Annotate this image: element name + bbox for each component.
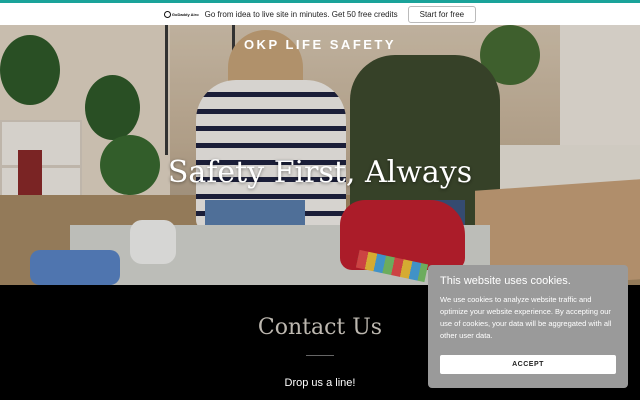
hero-heading: Safety First, Always <box>167 155 473 190</box>
cookie-banner: This website uses cookies. We use cookie… <box>428 265 628 388</box>
cookie-title: This website uses cookies. <box>440 275 571 287</box>
promo-bar: GoDaddy Airo Go from idea to live site i… <box>0 0 640 25</box>
promo-text: Go from idea to live site in minutes. Ge… <box>204 9 398 19</box>
godaddy-icon <box>163 10 171 18</box>
godaddy-brand: GoDaddy Airo <box>171 11 199 17</box>
cookie-body: We use cookies to analyze website traffi… <box>440 295 612 340</box>
contact-title: Contact Us <box>257 315 383 340</box>
divider <box>306 355 334 356</box>
hero-section: OKP LIFE SAFETY Safety First, Always <box>0 25 640 285</box>
contact-subtitle: Drop us a line! <box>284 377 356 389</box>
start-for-free-button[interactable]: Start for free <box>407 5 477 23</box>
godaddy-logo: GoDaddy Airo <box>163 10 199 18</box>
site-title[interactable]: OKP LIFE SAFETY <box>0 37 640 52</box>
accept-cookies-button[interactable]: ACCEPT <box>440 355 616 374</box>
